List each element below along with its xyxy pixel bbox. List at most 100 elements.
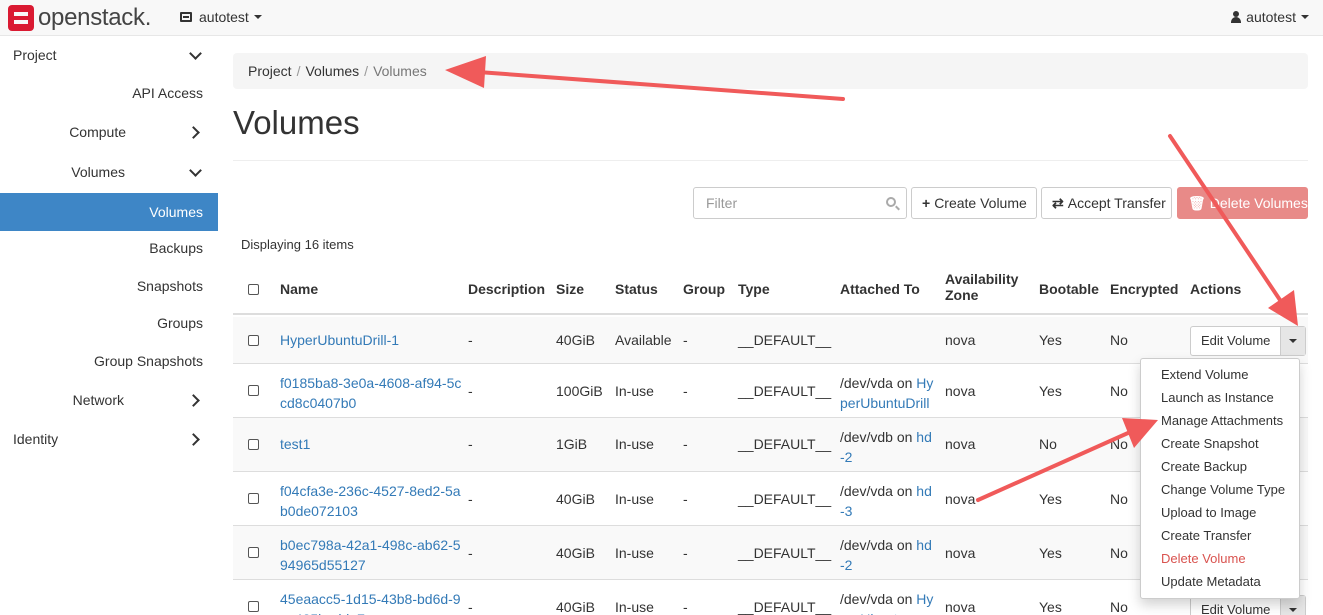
volume-bootable: Yes	[1039, 491, 1062, 507]
col-group[interactable]: Group	[683, 281, 725, 297]
col-attached-to[interactable]: Attached To	[840, 281, 920, 297]
instance-link[interactable]: -2	[840, 449, 852, 465]
volume-encrypted: No	[1110, 332, 1128, 348]
row-checkbox[interactable]	[248, 439, 259, 450]
volume-az: nova	[945, 383, 976, 399]
volume-encrypted: No	[1110, 436, 1128, 452]
sidebar-item-label: Group Snapshots	[94, 353, 203, 369]
filter-input[interactable]	[694, 188, 874, 218]
col-type[interactable]: Type	[738, 281, 770, 297]
row-checkbox[interactable]	[248, 335, 259, 346]
row-checkbox[interactable]	[248, 385, 259, 396]
sidebar-item-label: Snapshots	[136, 278, 203, 294]
instance-link[interactable]: hd	[916, 429, 932, 445]
breadcrumb-item-volumes[interactable]: Volumes	[305, 63, 359, 79]
volume-name-link[interactable]: test1	[280, 436, 310, 452]
row-checkbox[interactable]	[248, 493, 259, 504]
menu-item-update-metadata[interactable]: Update Metadata	[1141, 570, 1299, 593]
instance-link[interactable]: -3	[840, 503, 852, 519]
col-name[interactable]: Name	[280, 281, 318, 297]
instance-link[interactable]: hd	[916, 483, 932, 499]
sidebar-item-label: Network	[72, 392, 124, 408]
col-bootable[interactable]: Bootable	[1039, 281, 1099, 297]
user-menu[interactable]: autotest	[1231, 9, 1309, 25]
volume-az: nova	[945, 599, 976, 615]
delete-volumes-button[interactable]: 🗑 Delete Volumes	[1177, 187, 1308, 219]
instance-link[interactable]: -2	[840, 557, 852, 573]
breadcrumb-current: Volumes	[373, 63, 427, 79]
openstack-logo-icon	[8, 5, 34, 31]
sidebar-item-volumes[interactable]: Volumes	[0, 193, 218, 231]
select-all-checkbox[interactable]	[248, 284, 259, 295]
instance-link[interactable]: Hy	[916, 375, 933, 391]
sidebar-item-group-snapshots[interactable]: Group Snapshots	[0, 342, 218, 380]
sidebar-item-network[interactable]: Network	[0, 381, 218, 419]
brand-text: openstack.	[38, 4, 152, 31]
volume-encrypted: No	[1110, 599, 1128, 615]
row-checkbox[interactable]	[248, 547, 259, 558]
sidebar-item-backups[interactable]: Backups	[0, 229, 218, 267]
volume-description: -	[468, 545, 473, 561]
filter-box	[693, 187, 907, 219]
sidebar-item-volumes-group[interactable]: Volumes	[0, 153, 218, 191]
project-switcher[interactable]: autotest	[180, 9, 262, 25]
row-checkbox[interactable]	[248, 601, 259, 612]
accept-transfer-button[interactable]: ⇄ Accept Transfer	[1041, 187, 1172, 219]
volume-name-link[interactable]: 45eaacc5-1d15-43b8-bd6d-9ca425bedde7	[280, 589, 461, 615]
menu-item-change-volume-type[interactable]: Change Volume Type	[1141, 478, 1299, 501]
menu-item-manage-attachments[interactable]: Manage Attachments	[1141, 409, 1299, 432]
sidebar-item-groups[interactable]: Groups	[0, 304, 218, 342]
menu-item-delete-volume[interactable]: Delete Volume	[1141, 547, 1299, 570]
col-size[interactable]: Size	[556, 281, 584, 297]
volume-name-link[interactable]: b0ec798a-42a1-498c-ab62-5 94965d55127	[280, 535, 461, 575]
volume-name-link[interactable]: HyperUbuntuDrill-1	[280, 332, 399, 348]
volume-status: In-use	[615, 436, 654, 452]
sidebar-item-api-access[interactable]: API Access	[0, 74, 218, 112]
menu-item-create-snapshot[interactable]: Create Snapshot	[1141, 432, 1299, 455]
top-navbar: openstack. autotest autotest	[0, 0, 1323, 36]
volume-group: -	[683, 332, 688, 348]
caret-down-icon	[1289, 339, 1298, 343]
sidebar-item-compute[interactable]: Compute	[0, 113, 218, 151]
instance-link[interactable]: perUbuntuDrill	[840, 395, 929, 411]
sidebar-item-snapshots[interactable]: Snapshots	[0, 267, 218, 305]
accept-transfer-label: Accept Transfer	[1067, 195, 1166, 211]
create-volume-button[interactable]: + Create Volume	[911, 187, 1037, 219]
volume-type: __DEFAULT__	[738, 332, 832, 348]
volume-encrypted: No	[1110, 491, 1128, 507]
col-status[interactable]: Status	[615, 281, 658, 297]
menu-item-launch-as-instance[interactable]: Launch as Instance	[1141, 386, 1299, 409]
sidebar-item-project[interactable]: Project	[0, 36, 218, 74]
volume-name-link[interactable]: f0185ba8-3e0a-4608-af94-5c cd8c0407b0	[280, 373, 461, 413]
col-description[interactable]: Description	[468, 281, 545, 297]
plus-icon: +	[922, 195, 931, 211]
menu-item-create-backup[interactable]: Create Backup	[1141, 455, 1299, 478]
instance-link[interactable]: hd	[916, 537, 932, 553]
instance-link[interactable]: perUbuntu	[840, 611, 905, 615]
menu-item-upload-to-image[interactable]: Upload to Image	[1141, 501, 1299, 524]
project-name: autotest	[199, 9, 249, 25]
col-availability-zone[interactable]: Availability Zone	[945, 271, 1018, 303]
sidebar-item-label: Project	[13, 47, 57, 63]
sidebar-item-identity[interactable]: Identity	[0, 420, 218, 458]
volume-status: Available	[615, 332, 672, 348]
instance-link[interactable]: Hy	[916, 591, 933, 607]
volume-size: 100GiB	[556, 383, 603, 399]
search-icon[interactable]	[886, 197, 896, 207]
project-icon	[180, 12, 192, 22]
menu-item-create-transfer[interactable]: Create Transfer	[1141, 524, 1299, 547]
sidebar-item-label: Groups	[157, 315, 203, 331]
actions-dropdown-toggle[interactable]	[1281, 327, 1306, 355]
volume-name-link[interactable]: f04cfa3e-236c-4527-8ed2-5a b0de072103	[280, 481, 461, 521]
volume-size: 1GiB	[556, 436, 588, 452]
volume-encrypted: No	[1110, 383, 1128, 399]
breadcrumb-item-project[interactable]: Project	[248, 63, 292, 79]
brand-logo-link[interactable]: openstack.	[8, 5, 151, 31]
volume-description: -	[468, 599, 473, 615]
edit-volume-button[interactable]: Edit Volume	[1191, 327, 1282, 355]
volume-size: 40GiB	[556, 332, 595, 348]
menu-item-extend-volume[interactable]: Extend Volume	[1141, 363, 1299, 386]
volume-az: nova	[945, 491, 976, 507]
chevron-down-icon	[189, 164, 202, 177]
col-encrypted[interactable]: Encrypted	[1110, 281, 1178, 297]
